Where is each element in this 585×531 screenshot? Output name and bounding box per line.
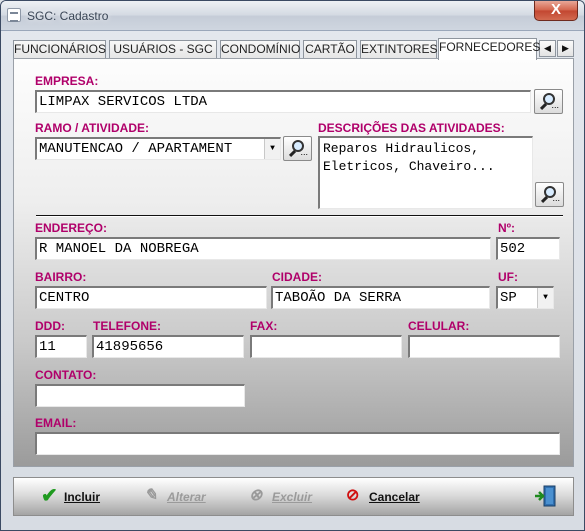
tab-scroll-left-button[interactable]: ◀: [539, 40, 556, 57]
contato-field[interactable]: [35, 384, 245, 407]
tab-cartao[interactable]: CARTÃO: [303, 40, 357, 59]
endereco-field[interactable]: R MANOEL DA NOBREGA: [35, 237, 491, 260]
ddd-field[interactable]: 11: [35, 335, 87, 358]
title-bar[interactable]: SGC: Cadastro X: [1, 1, 584, 31]
bairro-label: BAIRRO:: [35, 270, 87, 284]
window-title: SGC: Cadastro: [27, 9, 109, 23]
descricoes-memo[interactable]: Reparos Hidraulicos, Eletricos, Chaveiro…: [318, 136, 533, 209]
ramo-label: RAMO / ATIVIDADE:: [35, 121, 149, 135]
celular-label: CELULAR:: [408, 319, 470, 333]
incluir-button[interactable]: ✔ Incluir: [41, 485, 121, 507]
uf-dropdown-icon[interactable]: ▼: [537, 288, 553, 308]
contato-label: CONTATO:: [35, 368, 97, 382]
cancel-icon: ⊘: [346, 487, 360, 504]
telefone-field[interactable]: 41895656: [92, 335, 244, 358]
exit-door-icon[interactable]: [533, 484, 557, 508]
tab-funcionarios[interactable]: FUNCIONÁRIOS: [13, 40, 106, 59]
uf-value: SP: [500, 290, 517, 306]
fax-label: FAX:: [250, 319, 278, 333]
action-toolbar: ✔ Incluir ✎ Alterar ⊗ Excluir ⊘ Cancelar: [13, 477, 574, 516]
empresa-label: EMPRESA:: [35, 74, 99, 88]
ddd-label: DDD:: [35, 319, 65, 333]
section-divider: [36, 215, 563, 217]
celular-field[interactable]: [408, 335, 560, 358]
checkmark-icon: ✔: [41, 485, 58, 507]
uf-select[interactable]: SP ▼: [496, 286, 554, 309]
tab-fornecedores[interactable]: FORNECEDORES: [438, 38, 540, 60]
numero-field[interactable]: 502: [496, 237, 560, 260]
tab-condominio[interactable]: CONDOMÍNIO: [220, 40, 300, 59]
close-button[interactable]: X: [534, 1, 578, 21]
cidade-field[interactable]: TABOÃO DA SERRA: [271, 286, 490, 309]
empresa-search-button[interactable]: ...: [534, 89, 563, 114]
ramo-search-button[interactable]: ...: [283, 136, 312, 161]
email-label: EMAIL:: [35, 416, 77, 430]
fornecedores-panel: EMPRESA: LIMPAX SERVICOS LTDA ... RAMO /…: [13, 58, 574, 467]
tab-strip: FUNCIONÁRIOS USUÁRIOS - SGC CONDOMÍNIO C…: [13, 38, 574, 60]
alterar-button[interactable]: ✎ Alterar: [144, 487, 224, 507]
ramo-value: MANUTENCAO / APARTAMENT: [39, 141, 233, 157]
excluir-button[interactable]: ⊗ Excluir: [249, 487, 329, 507]
uf-label: UF:: [498, 270, 518, 284]
cancelar-button[interactable]: ⊘ Cancelar: [346, 487, 436, 507]
tab-scroll-right-button[interactable]: ▶: [557, 40, 574, 57]
numero-label: Nº:: [498, 221, 516, 235]
descricoes-label: DESCRIÇÕES DAS ATIVIDADES:: [318, 121, 505, 135]
cidade-label: CIDADE:: [272, 270, 322, 284]
empresa-field[interactable]: LIMPAX SERVICOS LTDA: [35, 90, 531, 113]
ramo-dropdown-icon[interactable]: ▼: [264, 139, 280, 159]
bairro-field[interactable]: CENTRO: [35, 286, 267, 309]
app-icon: [7, 8, 21, 22]
telefone-label: TELEFONE:: [93, 319, 161, 333]
descricoes-search-button[interactable]: ...: [535, 182, 564, 207]
ramo-select[interactable]: MANUTENCAO / APARTAMENT ▼: [35, 137, 281, 160]
email-field[interactable]: [35, 432, 560, 455]
cadastro-window: SGC: Cadastro X FUNCIONÁRIOS USUÁRIOS - …: [0, 0, 585, 531]
tab-extintores[interactable]: EXTINTORES: [360, 40, 437, 59]
edit-icon: ✎: [144, 487, 158, 504]
fax-field[interactable]: [250, 335, 402, 358]
tab-usuarios-sgc[interactable]: USUÁRIOS - SGC: [109, 40, 217, 59]
endereco-label: ENDEREÇO:: [35, 221, 108, 235]
delete-icon: ⊗: [249, 487, 263, 504]
